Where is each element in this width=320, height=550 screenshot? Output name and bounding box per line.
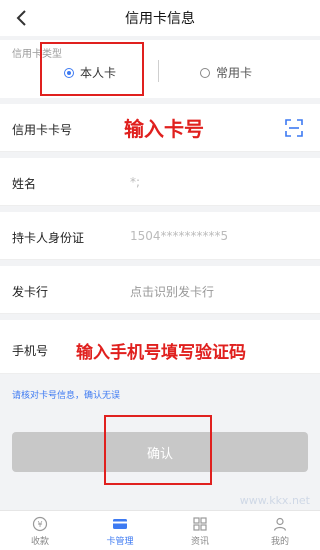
scan-card-icon[interactable] <box>284 118 304 138</box>
watermark: www.kkx.net <box>239 494 310 507</box>
tab-collect-label: 收款 <box>30 537 49 547</box>
phone-label: 手机号 <box>12 344 49 358</box>
card-number-row[interactable]: 信用卡卡号 <box>0 104 320 152</box>
tab-mine[interactable]: 我的 <box>240 511 320 550</box>
card-type-label: 信用卡类型 <box>12 49 62 60</box>
tab-collect[interactable]: ¥ 收款 <box>0 511 80 550</box>
tab-news[interactable]: 资讯 <box>160 511 240 550</box>
svg-text:¥: ¥ <box>37 520 42 529</box>
radio-common-card[interactable]: 常用卡 <box>200 64 252 81</box>
back-arrow-icon[interactable] <box>10 6 34 30</box>
name-label: 姓名 <box>12 177 37 191</box>
id-card-label: 持卡人身份证 <box>12 231 85 245</box>
tab-card-manage[interactable]: 卡管理 <box>80 511 160 550</box>
vertical-divider <box>158 60 159 82</box>
radio-unselected-icon <box>200 67 210 78</box>
card-icon <box>113 519 127 529</box>
radio-selected-icon <box>64 67 74 78</box>
bottom-tab-bar: ¥ 收款 卡管理 资讯 我的 <box>0 510 320 550</box>
grid-icon <box>193 517 207 531</box>
money-icon: ¥ <box>32 516 48 532</box>
card-type-section: 信用卡类型 本人卡 常用卡 <box>0 40 320 98</box>
radio-self-card[interactable]: 本人卡 <box>64 64 116 81</box>
confirm-button[interactable]: 确认 <box>12 432 308 472</box>
tab-news-label: 资讯 <box>190 537 209 547</box>
bank-label: 发卡行 <box>12 285 49 299</box>
radio-self-card-label: 本人卡 <box>80 66 117 80</box>
top-navigation-bar: 信用卡信息 <box>0 0 320 36</box>
bank-row[interactable]: 发卡行 点击识别发卡行 <box>0 266 320 314</box>
id-card-value: 1504**********5 <box>130 229 229 243</box>
card-number-label: 信用卡卡号 <box>12 123 73 137</box>
name-row[interactable]: 姓名 *; <box>0 158 320 206</box>
id-card-row[interactable]: 持卡人身份证 1504**********5 <box>0 212 320 260</box>
phone-row[interactable]: 手机号 <box>0 320 320 374</box>
radio-common-card-label: 常用卡 <box>216 66 253 80</box>
verify-hint: 请核对卡号信息，确认无误 <box>12 391 121 401</box>
tab-mine-label: 我的 <box>270 537 289 547</box>
tab-card-manage-label: 卡管理 <box>106 537 134 547</box>
bank-placeholder: 点击识别发卡行 <box>130 285 215 299</box>
name-value: *; <box>130 175 141 189</box>
user-icon <box>273 517 287 531</box>
page-title: 信用卡信息 <box>125 11 195 27</box>
